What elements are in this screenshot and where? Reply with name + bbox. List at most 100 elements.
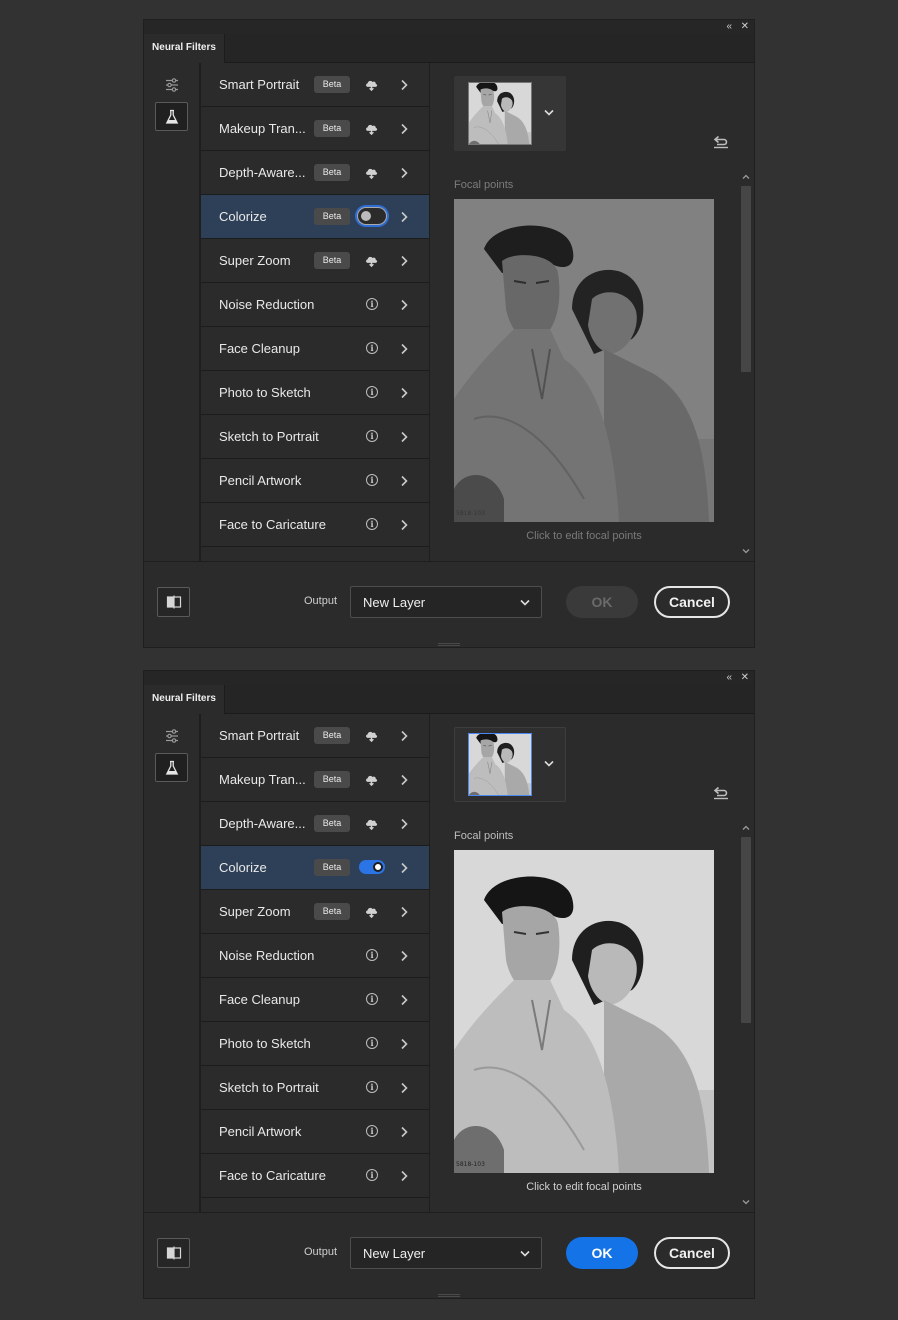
info-icon[interactable]: i [366,342,378,354]
sliders-icon[interactable] [164,728,180,744]
filter-item-pencil-artwork[interactable]: Pencil Artwork i [201,459,429,503]
cloud-download-icon[interactable] [364,904,379,919]
filter-item-pencil-artwork[interactable]: Pencil Artwork i [201,1110,429,1154]
reference-image-selector[interactable] [454,76,566,151]
filter-list[interactable]: Smart Portrait Beta Makeup Tran... Beta Dept… [200,714,430,1212]
chevron-right-icon[interactable] [400,1082,408,1094]
ok-button[interactable]: OK [566,1237,638,1269]
beta-filters-button[interactable] [155,102,188,131]
chevron-right-icon[interactable] [400,774,408,786]
chevron-right-icon[interactable] [400,1038,408,1050]
filter-item-noise-reduction[interactable]: Noise Reduction i [201,283,429,327]
chevron-right-icon[interactable] [400,730,408,742]
output-select[interactable]: New Layer [350,1237,542,1269]
filter-item-makeup-tran[interactable]: Makeup Tran... Beta [201,107,429,151]
chevron-right-icon[interactable] [400,906,408,918]
info-icon[interactable]: i [366,1081,378,1093]
info-icon[interactable]: i [366,474,378,486]
close-icon[interactable]: ✕ [741,21,749,33]
filter-item-photo-to-sketch[interactable]: Photo to Sketch i [201,1022,429,1066]
chevron-right-icon[interactable] [400,950,408,962]
info-icon[interactable]: i [366,1037,378,1049]
info-icon[interactable]: i [366,949,378,961]
chevron-down-icon[interactable] [544,760,554,767]
compare-button[interactable] [157,587,190,617]
scrollbar[interactable] [740,824,752,1212]
cloud-download-icon[interactable] [364,165,379,180]
collapse-icon[interactable]: « [726,21,732,33]
chevron-right-icon[interactable] [400,862,408,874]
scroll-thumb[interactable] [741,186,751,372]
filter-item-photo-to-sketch[interactable]: Photo to Sketch i [201,371,429,415]
chevron-right-icon[interactable] [400,211,408,223]
chevron-right-icon[interactable] [400,519,408,531]
resize-grip[interactable] [438,1294,460,1297]
filter-item-smart-portrait[interactable]: Smart Portrait Beta [201,714,429,758]
cloud-download-icon[interactable] [364,121,379,136]
output-select[interactable]: New Layer [350,586,542,618]
info-icon[interactable]: i [366,518,378,530]
info-icon[interactable]: i [366,1169,378,1181]
filter-item-noise-reduction[interactable]: Noise Reduction i [201,934,429,978]
filter-item-face-cleanup[interactable]: Face Cleanup i [201,327,429,371]
chevron-right-icon[interactable] [400,343,408,355]
scroll-down-icon[interactable] [742,1198,750,1206]
scroll-down-icon[interactable] [742,547,750,555]
filter-item-face-to-caricature[interactable]: Face to Caricature i [201,1154,429,1198]
tab-neural-filters[interactable]: Neural Filters [144,34,225,63]
filter-item-smart-portrait[interactable]: Smart Portrait Beta [201,63,429,107]
filter-item-face-to-caricature[interactable]: Face to Caricature i [201,503,429,547]
chevron-right-icon[interactable] [400,475,408,487]
filter-item-sketch-to-portrait[interactable]: Sketch to Portrait i [201,415,429,459]
cancel-button[interactable]: Cancel [654,1237,730,1269]
reset-icon[interactable] [712,135,730,149]
chevron-right-icon[interactable] [400,299,408,311]
cloud-download-icon[interactable] [364,816,379,831]
scroll-up-icon[interactable] [742,173,750,181]
chevron-right-icon[interactable] [400,255,408,267]
cancel-button[interactable]: Cancel [654,586,730,618]
filter-item-colorize[interactable]: Colorize Beta [201,195,429,239]
chevron-right-icon[interactable] [400,387,408,399]
filter-item-face-cleanup[interactable]: Face Cleanup i [201,978,429,1022]
colorize-toggle[interactable] [359,860,385,874]
info-icon[interactable]: i [366,386,378,398]
filter-list[interactable]: Smart Portrait Beta Makeup Tran... Beta Dept… [200,63,430,561]
chevron-down-icon[interactable] [544,109,554,116]
close-icon[interactable]: ✕ [741,672,749,684]
ok-button[interactable]: OK [566,586,638,618]
filter-item-super-zoom[interactable]: Super Zoom Beta [201,239,429,283]
scrollbar[interactable] [740,173,752,561]
tab-neural-filters[interactable]: Neural Filters [144,685,225,714]
focal-points-preview[interactable]: 5818-103 [454,199,714,522]
chevron-right-icon[interactable] [400,79,408,91]
chevron-right-icon[interactable] [400,1170,408,1182]
scroll-up-icon[interactable] [742,824,750,832]
info-icon[interactable]: i [366,430,378,442]
filter-item-super-zoom[interactable]: Super Zoom Beta [201,890,429,934]
focal-points-preview[interactable]: 5818-103 [454,850,714,1173]
scroll-thumb[interactable] [741,837,751,1023]
info-icon[interactable]: i [366,1125,378,1137]
chevron-right-icon[interactable] [400,994,408,1006]
info-icon[interactable]: i [366,298,378,310]
chevron-right-icon[interactable] [400,123,408,135]
filter-item-depth-aware[interactable]: Depth-Aware... Beta [201,802,429,846]
chevron-right-icon[interactable] [400,1126,408,1138]
collapse-icon[interactable]: « [726,672,732,684]
cloud-download-icon[interactable] [364,253,379,268]
cloud-download-icon[interactable] [364,728,379,743]
cloud-download-icon[interactable] [364,77,379,92]
chevron-right-icon[interactable] [400,818,408,830]
beta-filters-button[interactable] [155,753,188,782]
filter-item-sketch-to-portrait[interactable]: Sketch to Portrait i [201,1066,429,1110]
cloud-download-icon[interactable] [364,772,379,787]
info-icon[interactable]: i [366,993,378,1005]
reset-icon[interactable] [712,786,730,800]
compare-button[interactable] [157,1238,190,1268]
chevron-right-icon[interactable] [400,431,408,443]
resize-grip[interactable] [438,643,460,646]
colorize-toggle[interactable] [357,207,387,225]
chevron-right-icon[interactable] [400,167,408,179]
sliders-icon[interactable] [164,77,180,93]
